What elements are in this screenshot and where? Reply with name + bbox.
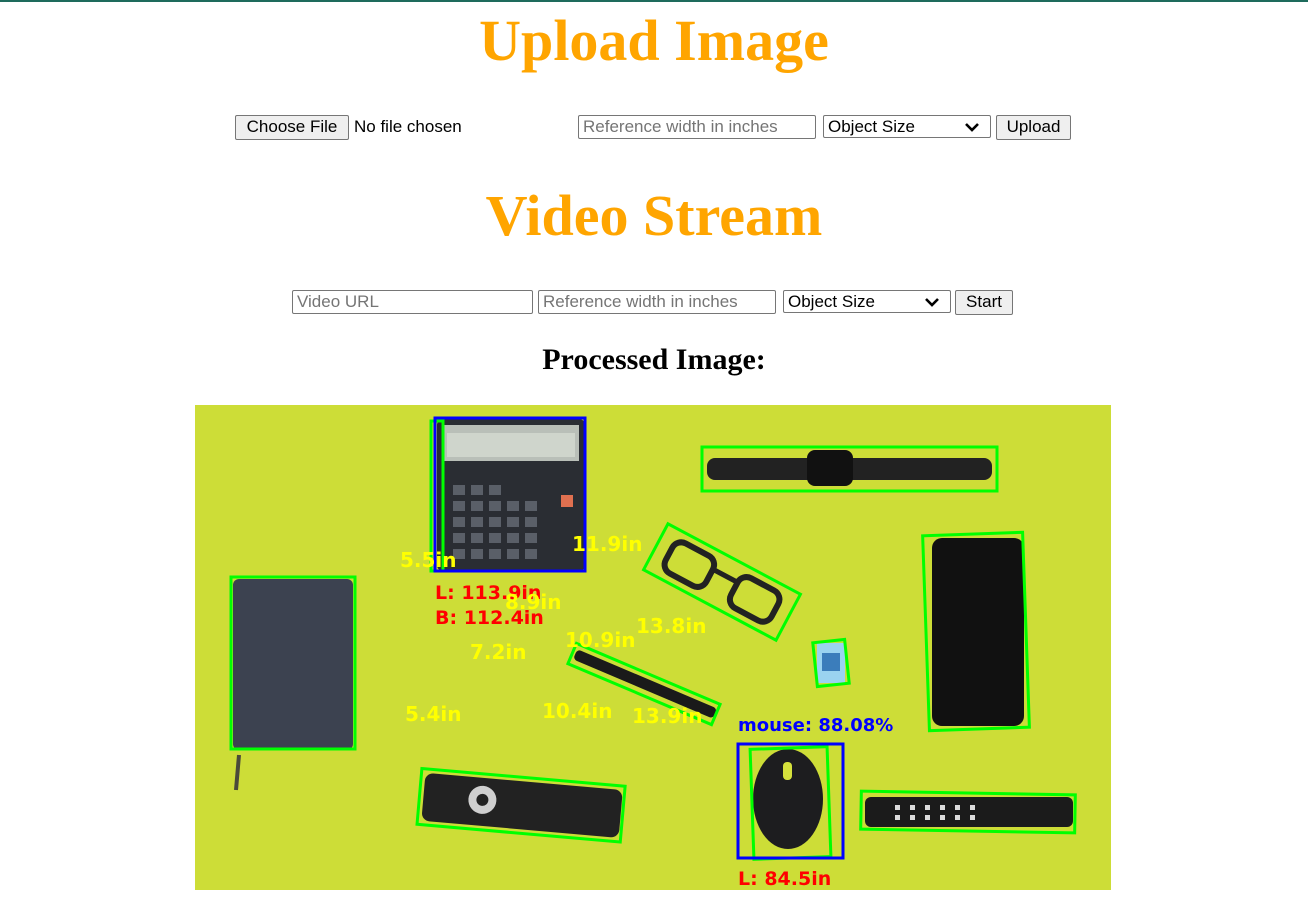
glasses-top-label: 11.9in	[572, 532, 642, 556]
upload-form: Choose File No file chosen Reference wid…	[0, 115, 1308, 141]
upload-mode-select[interactable]: Object Size	[823, 115, 991, 138]
upload-button[interactable]: Upload	[996, 115, 1071, 140]
video-form: Video URL Reference width in inches Obje…	[0, 290, 1308, 316]
mouse-length-label: L: 84.5in	[738, 868, 831, 890]
pen-top-label: 10.9in	[565, 628, 635, 652]
video-mode-selected-label: Object Size	[788, 292, 875, 311]
chevron-down-icon	[924, 291, 940, 318]
video-reference-width-input[interactable]: Reference width in inches	[538, 290, 776, 314]
phone-object	[921, 530, 1031, 733]
video-url-input[interactable]: Video URL	[292, 290, 533, 314]
calc-side-label: 5.5in	[400, 548, 457, 572]
mouse-class-label: mouse: 88.08%	[738, 715, 893, 736]
upload-title: Upload Image	[479, 8, 829, 73]
start-button[interactable]: Start	[955, 290, 1013, 315]
video-mode-select[interactable]: Object Size	[783, 290, 951, 313]
pen-left-label: 7.2in	[470, 640, 527, 664]
small-box-object	[811, 637, 851, 689]
calc-breadth-label: B: 112.4in	[435, 607, 544, 629]
chevron-down-icon	[964, 116, 980, 143]
processed-image: 5.5in 11.9in L: 113.9in 8.9in B: 112.4in…	[195, 405, 1111, 890]
notebook-label: 5.4in	[405, 702, 462, 726]
glasses-side-label: 13.8in	[636, 614, 706, 638]
file-status-text: No file chosen	[354, 117, 462, 136]
choose-file-button[interactable]: Choose File	[235, 115, 349, 140]
pen-mid-label: 10.4in	[542, 699, 612, 723]
pen-right-label: 13.9in	[632, 704, 702, 728]
video-title: Video Stream	[485, 183, 823, 248]
upload-reference-width-input[interactable]: Reference width in inches	[578, 115, 816, 139]
processed-image-heading: Processed Image:	[542, 343, 766, 376]
upload-mode-selected-label: Object Size	[828, 117, 915, 136]
remote-right-object	[859, 789, 1077, 835]
